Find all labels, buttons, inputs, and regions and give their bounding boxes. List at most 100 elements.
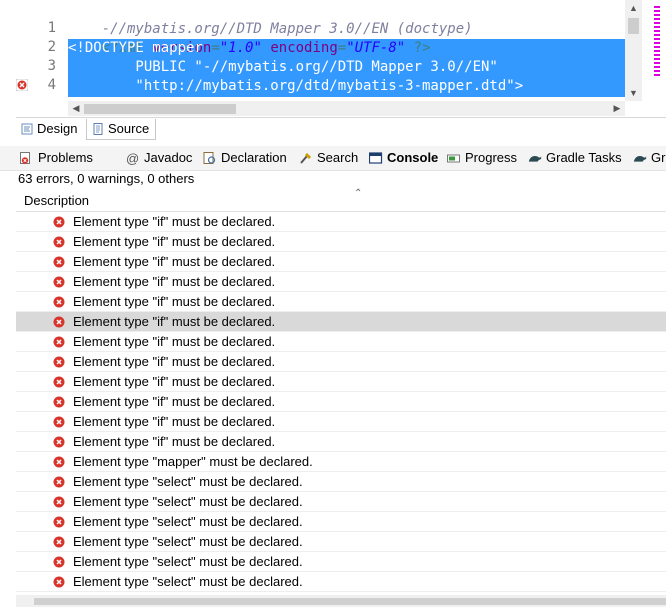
problem-description: Element type "if" must be declared. [73,234,276,249]
error-icon [53,276,65,288]
error-annotation-mark[interactable] [654,14,660,16]
tab-console[interactable]: Console [367,149,438,167]
problem-row[interactable]: Element type "if" must be declared. [16,312,666,332]
scroll-thumb[interactable] [34,598,666,605]
problem-row[interactable]: Element type "mapper" must be declared. [16,452,666,472]
column-header-description[interactable]: Description [24,193,89,208]
problem-row[interactable]: Element type "if" must be declared. [16,332,666,352]
problem-description: Element type "if" must be declared. [73,214,276,229]
javadoc-icon: @ [126,151,140,166]
gradle-icon [633,155,647,162]
problem-description: Element type "select" must be declared. [73,474,303,489]
problems-summary: 63 errors, 0 warnings, 0 others [18,171,195,186]
error-annotation-mark[interactable] [654,58,660,60]
scroll-up-icon[interactable]: ▲ [625,0,642,16]
problem-description: Element type "if" must be declared. [73,334,276,349]
error-annotation-mark[interactable] [654,34,660,36]
error-annotation-mark[interactable] [654,38,660,40]
editor-horizontal-scrollbar[interactable]: ◀ ▶ [68,101,625,116]
error-icon [53,356,65,368]
problem-row[interactable]: Element type "select" must be declared. [16,492,666,512]
tab-progress[interactable]: Progress [445,149,517,167]
tab-label: Progress [465,150,518,165]
problem-row[interactable]: Element type "if" must be declared. [16,232,666,252]
code-line-2[interactable]: <!DOCTYPE mapper [68,39,203,58]
error-annotation-mark[interactable] [654,50,660,52]
problem-row[interactable]: Element type "select" must be declared. [16,512,666,532]
tab-label: Source [108,121,150,136]
problem-row[interactable]: Element type "if" must be declared. [16,352,666,372]
problem-row[interactable]: Element type "if" must be declared. [16,272,666,292]
problem-description: Element type "if" must be declared. [73,374,276,389]
problem-row[interactable]: Element type "if" must be declared. [16,372,666,392]
error-annotation-mark[interactable] [654,6,660,8]
scroll-down-icon[interactable]: ▼ [625,85,642,101]
error-icon [53,296,65,308]
overview-ruler[interactable] [650,4,662,104]
error-annotation-mark[interactable] [654,18,660,20]
problem-row[interactable]: Element type "if" must be declared. [16,432,666,452]
error-annotation-mark[interactable] [654,54,660,56]
error-annotation-mark[interactable] [654,30,660,32]
error-icon [53,396,65,408]
error-annotation-mark[interactable] [654,10,660,12]
error-marker-icon[interactable] [16,79,28,91]
problem-row[interactable]: Element type "if" must be declared. [16,392,666,412]
gradle-icon [528,155,542,162]
problem-description: Element type "if" must be declared. [73,254,276,269]
problem-row[interactable]: Element type "if" must be declared. [16,212,666,232]
scroll-right-icon[interactable]: ▶ [609,101,625,116]
problems-horizontal-scrollbar[interactable] [16,595,666,607]
problem-row[interactable]: Element type "select" must be declared. [16,572,666,592]
scroll-thumb[interactable] [628,18,639,34]
problem-row[interactable]: Element type "select" must be declared. [16,472,666,492]
editor-vertical-scrollbar[interactable]: ▲ ▼ [625,0,642,101]
xml-editor[interactable]: -//mybatis.org//DTD Mapper 3.0//EN (doct… [0,0,666,118]
problem-description: Element type "mapper" must be declared. [73,454,313,469]
tab-javadoc[interactable]: @ Javadoc [124,149,192,167]
error-annotation-mark[interactable] [654,42,660,44]
tab-problems[interactable]: Problems [18,149,93,167]
code-line-1[interactable]: <?xml version="1.0" encoding="UTF-8" ?> [68,20,431,56]
problem-description: Element type "select" must be declared. [73,554,303,569]
error-annotation-mark[interactable] [654,66,660,68]
tab-label: Javadoc [144,150,193,165]
problem-row[interactable]: Element type "select" must be declared. [16,552,666,572]
problems-list[interactable]: Element type "if" must be declared. Eleme… [16,212,666,595]
error-annotation-mark[interactable] [654,26,660,28]
tab-design[interactable]: Design [16,119,83,139]
doctype-hint-line: -//mybatis.org//DTD Mapper 3.0//EN (doct… [68,1,473,37]
tab-search[interactable]: Search [297,149,358,167]
declaration-icon [203,152,216,164]
error-icon [53,336,65,348]
error-annotation-mark[interactable] [654,70,660,72]
error-annotation-mark[interactable] [654,62,660,64]
problem-row[interactable]: Element type "if" must be declared. [16,292,666,312]
code-line-4[interactable]: "http://mybatis.org/dtd/mybatis-3-mapper… [68,77,523,96]
tab-label: Gradle Tasks [546,150,622,165]
error-icon [53,456,65,468]
error-icon [53,516,65,528]
tab-gradle-executions[interactable]: Gr [631,149,665,167]
tab-label: Console [387,150,439,165]
error-annotation-mark[interactable] [654,74,660,76]
problem-row[interactable]: Element type "if" must be declared. [16,252,666,272]
error-icon [53,576,65,588]
views-tab-bar: Problems @ Javadoc Declaration Search Co… [0,146,666,171]
error-annotation-mark[interactable] [654,46,660,48]
scroll-left-icon[interactable]: ◀ [68,101,84,116]
xml-decl-close: ?> [405,40,431,56]
error-annotation-mark[interactable] [654,22,660,24]
problems-table-header[interactable]: Description ⌃ [16,188,666,212]
tab-source[interactable]: Source [86,119,157,140]
tab-declaration[interactable]: Declaration [201,149,287,167]
code-line-3[interactable]: PUBLIC "-//mybatis.org//DTD Mapper 3.0//… [68,58,497,77]
error-icon [53,556,65,568]
problem-row[interactable]: Element type "if" must be declared. [16,412,666,432]
scroll-thumb[interactable] [84,104,236,114]
tab-gradle-tasks[interactable]: Gradle Tasks [526,149,622,167]
error-icon [53,236,65,248]
problems-icon [20,152,30,164]
line-number: 4 [47,77,56,93]
problem-row[interactable]: Element type "select" must be declared. [16,532,666,552]
